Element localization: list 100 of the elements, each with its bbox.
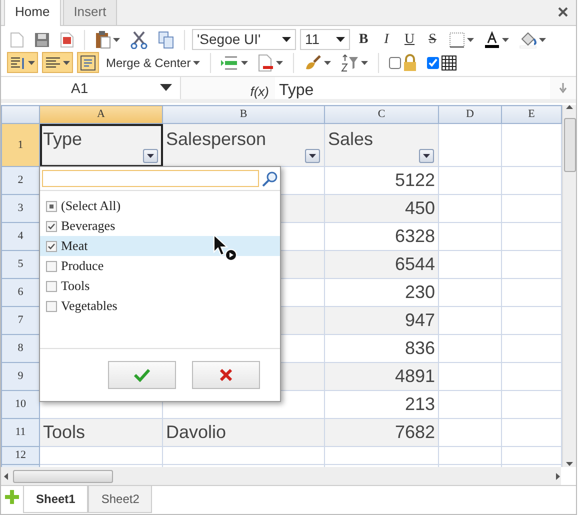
expand-icon[interactable]: [558, 82, 568, 94]
right-arrow-icon: [556, 472, 561, 480]
row-header[interactable]: 2: [2, 166, 40, 194]
checkbox[interactable]: [46, 280, 57, 292]
cell-text: 213: [404, 394, 435, 414]
filter-option[interactable]: Meat: [40, 236, 280, 256]
filter-option[interactable]: (Select All): [40, 196, 280, 216]
cell-text: 947: [404, 310, 435, 330]
brush-icon: [304, 54, 322, 70]
column-header[interactable]: B: [162, 106, 324, 124]
formula-field[interactable]: Type: [275, 77, 550, 99]
caret-icon: [423, 154, 430, 158]
row-header[interactable]: 9: [2, 362, 40, 390]
scroll-thumb[interactable]: [564, 118, 576, 172]
vertical-scrollbar[interactable]: [562, 105, 576, 467]
caret-icon: [192, 58, 200, 66]
row-header[interactable]: 6: [2, 278, 40, 306]
row-header[interactable]: 4: [2, 222, 40, 250]
filter-button[interactable]: [419, 149, 434, 163]
align-top-button[interactable]: [7, 52, 38, 73]
row-header[interactable]: 10: [2, 390, 40, 418]
column-title: Sales: [328, 129, 374, 149]
close-icon: [220, 369, 232, 381]
ribbon-tab[interactable]: Insert: [62, 0, 118, 25]
cancel-button[interactable]: [192, 361, 260, 389]
scroll-thumb[interactable]: [13, 470, 113, 482]
copy-icon: [158, 30, 174, 48]
pdf-icon: [60, 32, 74, 48]
cell-text: Tools: [43, 422, 86, 442]
filter-search-field[interactable]: [42, 170, 260, 187]
column-title: Salesperson: [166, 129, 266, 149]
merge-center-button[interactable]: Merge & Center: [103, 52, 203, 73]
paint-bucket-icon: [519, 30, 537, 48]
filter-button[interactable]: [143, 149, 158, 163]
caret-icon: [113, 36, 120, 44]
row-header[interactable]: 7: [2, 306, 40, 334]
checkbox[interactable]: [46, 240, 57, 252]
cell-text: 230: [404, 282, 435, 302]
filter-option[interactable]: Tools: [40, 276, 280, 296]
align-left-button[interactable]: [42, 52, 73, 73]
bold-button[interactable]: B: [354, 29, 373, 50]
horizontal-scrollbar[interactable]: [1, 467, 561, 485]
checkbox[interactable]: [46, 200, 57, 212]
scissors-icon: [130, 30, 148, 48]
caret-icon: [324, 58, 331, 66]
caret-icon: [63, 58, 70, 66]
font-size-dropdown[interactable]: 11: [300, 29, 350, 50]
filter-button[interactable]: [305, 149, 320, 163]
search-icon[interactable]: [262, 170, 278, 186]
checkmark-icon: [134, 368, 150, 382]
delete-sheet-icon: [258, 54, 274, 72]
filter-option[interactable]: Beverages: [40, 216, 280, 236]
plus-icon: [4, 488, 20, 504]
insert-rows-icon: [220, 54, 239, 70]
cell-text: Davolio: [166, 422, 226, 442]
row-header[interactable]: 11: [2, 418, 40, 446]
wrap-text-button[interactable]: [77, 52, 99, 73]
column-header[interactable]: A: [40, 106, 162, 124]
ribbon-tab[interactable]: Home: [4, 0, 61, 26]
italic-button[interactable]: I: [377, 29, 396, 50]
up-arrow-icon: [566, 105, 573, 110]
filter-option[interactable]: Vegetables: [40, 296, 280, 316]
function-label: f(x): [249, 83, 270, 99]
row-header[interactable]: 12: [2, 446, 40, 464]
underline-button[interactable]: U: [400, 29, 419, 50]
sheet-tab[interactable]: Sheet1: [23, 486, 88, 513]
gridlines-checkbox[interactable]: [426, 56, 439, 68]
name-box[interactable]: A1: [1, 77, 181, 99]
caret-icon: [502, 36, 509, 44]
corner-cell[interactable]: [2, 106, 40, 124]
cell-text: 836: [404, 338, 435, 358]
column-header[interactable]: C: [324, 106, 438, 124]
align-top-icon: [10, 56, 26, 70]
row-header[interactable]: 1: [2, 124, 40, 166]
checkbox[interactable]: [46, 300, 57, 312]
caret-icon: [160, 84, 172, 92]
row-header[interactable]: 8: [2, 334, 40, 362]
strikethrough-button[interactable]: S: [423, 29, 442, 50]
save-icon: [34, 32, 50, 48]
caret-icon: [467, 36, 474, 44]
sheet-tab[interactable]: Sheet2: [88, 486, 152, 513]
grid-icon: [440, 54, 457, 70]
ok-button[interactable]: [108, 361, 176, 389]
checkbox[interactable]: [46, 220, 57, 232]
column-header[interactable]: D: [438, 106, 502, 124]
cell-text: 4891: [394, 366, 435, 386]
cell-text: 6328: [394, 226, 435, 246]
cell-text: 6544: [394, 254, 435, 274]
left-arrow-icon: [4, 472, 9, 480]
row-header[interactable]: 3: [2, 194, 40, 222]
checkbox[interactable]: [46, 260, 57, 272]
filter-option[interactable]: Produce: [40, 256, 280, 276]
sort-filter-icon: [340, 54, 359, 72]
caret-icon: [147, 154, 154, 158]
font-dropdown[interactable]: 'Segoe UI': [192, 29, 296, 50]
row-header[interactable]: 5: [2, 250, 40, 278]
column-header[interactable]: E: [502, 106, 562, 124]
font-color-icon: [484, 30, 500, 48]
lock-checkbox[interactable]: [388, 56, 401, 68]
caret-icon: [28, 58, 35, 66]
